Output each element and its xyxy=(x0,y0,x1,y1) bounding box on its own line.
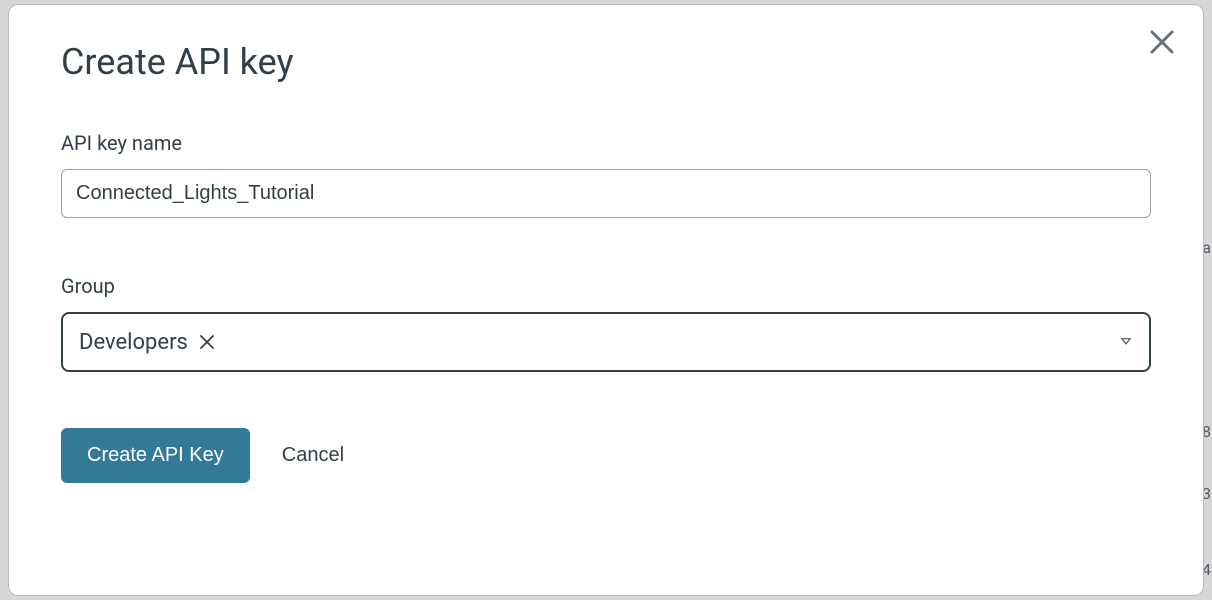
dropdown-caret[interactable] xyxy=(1119,333,1133,352)
group-chip: Developers xyxy=(79,330,216,355)
group-field: Group Developers xyxy=(61,274,1151,372)
close-button[interactable] xyxy=(1147,27,1177,57)
group-chip-label: Developers xyxy=(79,330,188,355)
close-icon xyxy=(1147,27,1177,57)
group-chip-remove[interactable] xyxy=(198,333,216,351)
close-icon xyxy=(198,333,216,351)
modal-actions: Create API Key Cancel xyxy=(61,428,1151,483)
create-api-key-modal: Create API key API key name Group Develo… xyxy=(8,4,1204,596)
api-key-name-input[interactable] xyxy=(61,169,1151,218)
chevron-down-icon xyxy=(1119,334,1133,348)
group-label: Group xyxy=(61,274,1151,298)
api-key-name-label: API key name xyxy=(61,131,1151,155)
create-api-key-button[interactable]: Create API Key xyxy=(61,428,250,483)
modal-title: Create API key xyxy=(61,41,1151,83)
group-select[interactable]: Developers xyxy=(61,312,1151,372)
cancel-button[interactable]: Cancel xyxy=(282,444,344,467)
api-key-name-field: API key name xyxy=(61,131,1151,218)
